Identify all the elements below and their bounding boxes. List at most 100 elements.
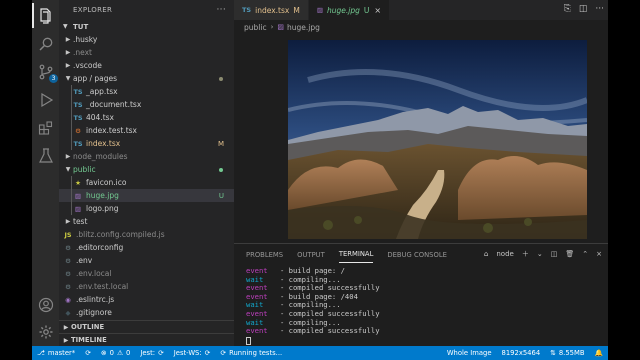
settings-gear-icon[interactable] — [36, 322, 55, 341]
search-icon[interactable] — [36, 34, 55, 53]
new-terminal-icon[interactable]: ＋ — [522, 249, 529, 259]
typescript-icon: TS — [242, 6, 252, 14]
workspace-folder-label: TUT — [73, 22, 89, 31]
more-actions-icon[interactable]: ··· — [595, 4, 604, 14]
indent-guide — [71, 98, 72, 111]
jest-status[interactable]: Jest: ⟳ — [135, 349, 168, 357]
tree-file[interactable]: ⚙ .env — [59, 254, 234, 267]
panel-actions: ⌂ node ＋ ⌄ ◫ 🗑 ⌃ × — [484, 249, 602, 259]
panel-tab-terminal[interactable]: TERMINAL — [338, 245, 374, 263]
terminal-output[interactable]: event - build page: / wait - compiling... ev… — [234, 264, 608, 350]
explorer-icon[interactable] — [32, 3, 55, 28]
panel-tab-debug-console[interactable]: DEBUG CONSOLE — [387, 246, 447, 263]
jest-ws-label: Jest-WS: — [173, 349, 202, 357]
tree-folder[interactable]: ▶ test — [59, 215, 234, 228]
tree-file[interactable]: TS 404.tsx — [59, 111, 234, 124]
tree-folder[interactable]: ▶ .vscode — [59, 59, 234, 72]
tree-item-label: _document.tsx — [86, 100, 142, 109]
tree-file[interactable]: ★ favicon.ico — [59, 176, 234, 189]
tree-file[interactable]: JS .blitz.config.compiled.js — [59, 228, 234, 241]
source-control-icon[interactable]: 3 — [36, 62, 58, 83]
tree-item-label: .vscode — [73, 61, 102, 70]
tree-file[interactable]: ⚙ index.test.tsx — [59, 124, 234, 137]
tree-folder[interactable]: ▼ public — [59, 163, 234, 176]
chevron-down-icon[interactable]: ⌄ — [537, 250, 543, 258]
tree-file[interactable]: TS _document.tsx — [59, 98, 234, 111]
tree-folder[interactable]: ▶ .husky — [59, 33, 234, 46]
extensions-icon[interactable] — [36, 118, 55, 137]
explorer-title: EXPLORER — [73, 6, 113, 14]
split-terminal-icon[interactable]: ◫ — [551, 250, 558, 258]
split-editor-icon[interactable]: ◫ — [579, 4, 588, 14]
running-tests-label: Running tests... — [229, 349, 283, 357]
tree-item-label: index.test.tsx — [86, 126, 137, 135]
running-tests-status[interactable]: ⟳ Running tests... — [215, 349, 287, 357]
desert-mountain-photo[interactable] — [288, 40, 587, 239]
file-tree: ▶ .husky ▶ .next ▶ .vscode ▼ app / pages TS _app.… — [59, 33, 234, 319]
git-file-icon: ◆ — [65, 308, 71, 317]
problems-indicator[interactable]: ⊗ 0 ⚠ 0 — [96, 349, 135, 357]
tree-file[interactable]: TS _app.tsx — [59, 85, 234, 98]
panel-tab-output[interactable]: OUTPUT — [297, 246, 325, 263]
terminal-text: - compiled successfully — [280, 326, 380, 336]
tree-file[interactable]: ⚙ .env.local — [59, 267, 234, 280]
editor-actions: ⎘ ◫ ··· — [564, 4, 604, 14]
open-changes-icon[interactable]: ⎘ — [564, 4, 571, 14]
sync-icon: ⟳ — [85, 349, 91, 357]
chevron-right-icon: ▶ — [65, 153, 71, 160]
tree-file[interactable]: ▨ logo.png — [59, 202, 234, 215]
close-tab-icon[interactable]: × — [374, 6, 381, 15]
tree-file[interactable]: ⚙ .editorconfig — [59, 241, 234, 254]
tab-index-tsx[interactable]: TS index.tsx M — [234, 0, 309, 20]
tree-file[interactable]: ◉ .eslintrc.js — [59, 293, 234, 306]
jest-label: Jest: — [140, 349, 156, 357]
gear-file-icon: ⚙ — [65, 282, 71, 291]
run-debug-icon[interactable] — [36, 90, 55, 109]
chevron-right-icon: ▶ — [63, 323, 69, 331]
explorer-sidebar: EXPLORER ··· ▼ TUT ▶ .husky ▶ .next ▶ .vscode… — [59, 0, 234, 346]
tree-folder[interactable]: ▶ .next — [59, 46, 234, 59]
jest-ws-status[interactable]: Jest-WS: ⟳ — [169, 349, 216, 357]
spinner-icon: ⟳ — [204, 349, 211, 357]
bottom-panel: PROBLEMS OUTPUT TERMINAL DEBUG CONSOLE ⌂ no… — [234, 243, 608, 346]
terminal-keyword: event — [246, 326, 268, 336]
panel-tab-problems[interactable]: PROBLEMS — [246, 246, 283, 263]
status-right: Whole Image 8192x5464 ⇅ 8.55MB 🔔 — [442, 349, 608, 357]
tree-folder[interactable]: ▼ app / pages — [59, 72, 234, 85]
tree-file[interactable]: ⚙ .env.test.local — [59, 280, 234, 293]
zoom-label: Whole Image — [446, 349, 492, 357]
test-file-icon: ⚙ — [75, 126, 81, 135]
file-size-label: 8.55MB — [558, 349, 585, 357]
tree-item-label: favicon.ico — [86, 178, 127, 187]
outline-section[interactable]: ▶ OUTLINE — [59, 320, 234, 333]
zoom-status[interactable]: Whole Image — [442, 349, 497, 357]
tree-file[interactable]: ◆ .gitignore — [59, 306, 234, 319]
dimensions-label: 8192x5464 — [501, 349, 541, 357]
indent-guide — [71, 176, 72, 189]
close-panel-icon[interactable]: × — [596, 250, 602, 258]
sync-indicator[interactable]: ⟳ — [80, 349, 96, 357]
breadcrumb-file[interactable]: huge.jpg — [287, 23, 320, 32]
breadcrumb-folder[interactable]: public — [244, 23, 267, 32]
modified-status: M — [217, 139, 224, 148]
indent-guide — [71, 111, 72, 124]
branch-indicator[interactable]: ⎇ master* — [32, 349, 80, 357]
terminal-name[interactable]: node — [496, 250, 513, 258]
terminal-icon: ⌂ — [483, 250, 489, 258]
tree-file[interactable]: TS index.tsx M — [59, 137, 234, 150]
tab-huge-jpg[interactable]: ▨ huge.jpg U × — [308, 0, 391, 20]
tree-item-label: 404.tsx — [86, 113, 114, 122]
more-actions-icon[interactable]: ··· — [217, 5, 226, 15]
tree-folder[interactable]: ▶ node_modules — [59, 150, 234, 163]
workspace-folder[interactable]: ▼ TUT — [59, 20, 234, 33]
tree-item-label: node_modules — [73, 152, 128, 161]
gear-file-icon: ⚙ — [65, 269, 71, 278]
trash-icon[interactable]: 🗑 — [565, 250, 574, 258]
gear-file-icon: ⚙ — [65, 243, 71, 252]
feedback-indicator[interactable]: 🔔 — [590, 349, 608, 357]
tree-file[interactable]: ▨ huge.jpg U — [59, 189, 234, 202]
accounts-icon[interactable] — [36, 295, 55, 314]
testing-flask-icon[interactable] — [36, 146, 55, 165]
timeline-section[interactable]: ▶ TIMELINE — [59, 333, 234, 346]
chevron-up-icon[interactable]: ⌃ — [582, 250, 588, 258]
